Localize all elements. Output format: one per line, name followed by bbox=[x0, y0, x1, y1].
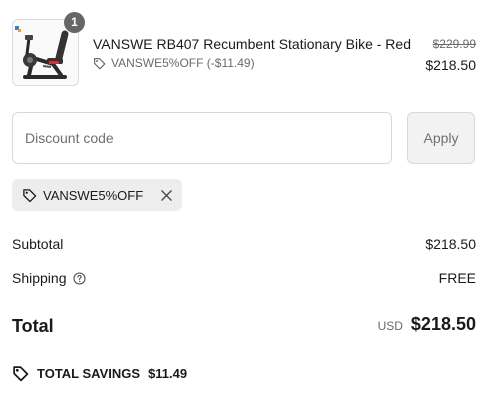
total-savings-label: TOTAL SAVINGS bbox=[37, 366, 141, 381]
order-summary: 1 VANSWE RB407 Recumbent Stationary Bike… bbox=[0, 0, 500, 403]
applied-discount-code: VANSWE5%OFF bbox=[43, 187, 144, 203]
remove-discount-button[interactable] bbox=[161, 189, 172, 201]
apply-button[interactable]: Apply bbox=[407, 112, 475, 164]
product-price: $218.50 bbox=[425, 57, 476, 73]
subtotal-value: $218.50 bbox=[425, 236, 476, 252]
close-icon[interactable] bbox=[161, 189, 172, 201]
product-title: VANSWE RB407 Recumbent Stationary Bike -… bbox=[93, 36, 411, 52]
total-label: Total bbox=[12, 316, 54, 336]
total-value-group: USD $218.50 bbox=[378, 314, 476, 335]
subtotal-label: Subtotal bbox=[12, 236, 64, 252]
shipping-label-row: Shipping bbox=[12, 270, 86, 286]
shipping-label: Shipping bbox=[12, 270, 67, 286]
product-discount: VANSWE5%OFF (-$11.49) bbox=[93, 56, 255, 70]
tag-icon bbox=[13, 366, 29, 382]
discount-code-input[interactable] bbox=[12, 112, 392, 164]
applied-discount-chip: VANSWE5%OFF bbox=[12, 179, 182, 211]
help-circle-icon[interactable] bbox=[72, 271, 86, 285]
tag-icon bbox=[23, 188, 37, 202]
total-savings: TOTAL SAVINGS $11.49 bbox=[12, 365, 187, 382]
total-savings-value: $11.49 bbox=[148, 366, 188, 381]
total-amount: $218.50 bbox=[410, 314, 476, 334]
shipping-value: FREE bbox=[438, 270, 476, 286]
tag-icon bbox=[94, 57, 106, 69]
compare-at-price: $229.99 bbox=[432, 37, 476, 51]
quantity-badge: 1 bbox=[64, 12, 85, 33]
product-discount-text: VANSWE5%OFF (-$11.49) bbox=[111, 56, 255, 70]
currency-code: USD bbox=[377, 319, 403, 333]
